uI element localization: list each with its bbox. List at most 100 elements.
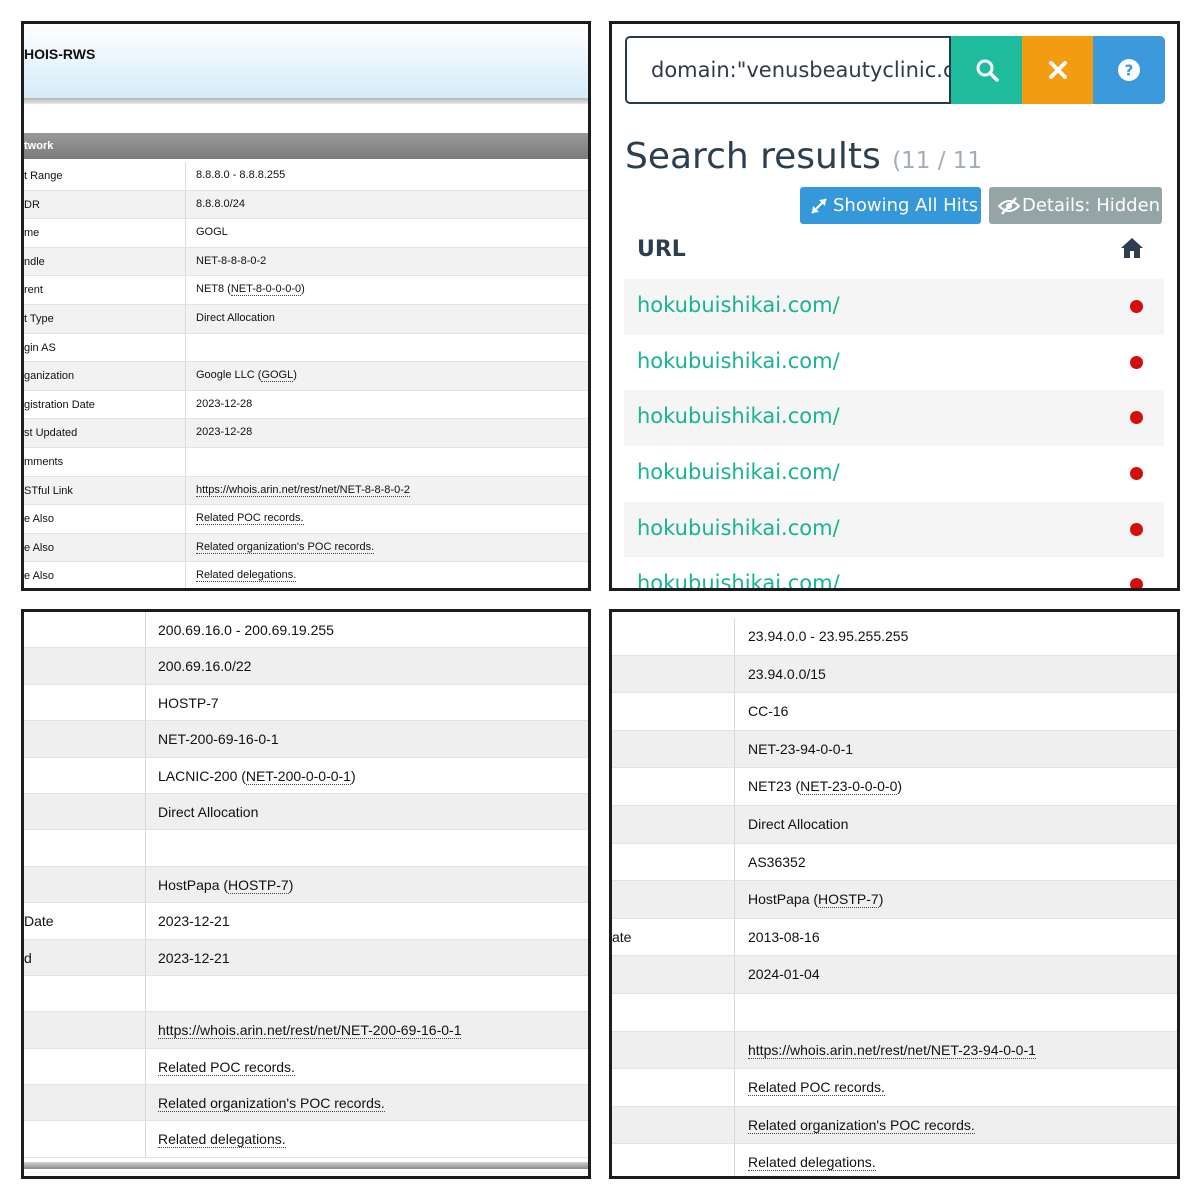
value-text: 2024-01-04 <box>748 966 820 983</box>
value-text: LACNIC-200 ( <box>158 767 246 784</box>
value-link[interactable]: GOGL <box>261 369 294 383</box>
field-label: DR <box>24 190 186 219</box>
value-link[interactable]: HOSTP-7 <box>818 891 879 909</box>
result-row: hokubuishikai.com/ <box>624 501 1164 558</box>
showing-all-hits-button[interactable]: Showing All Hits <box>800 187 981 224</box>
value-link[interactable]: https://whois.arin.net/rest/net/NET-23-9… <box>748 1041 1036 1059</box>
search-input[interactable]: domain:"venusbeautyclinic.c <box>625 36 951 104</box>
table-row: HostPapa (HOSTP-7) <box>24 866 588 904</box>
table-row <box>24 975 588 1013</box>
value-text: ) <box>301 283 305 296</box>
field-label: Date <box>24 903 146 939</box>
value-text: 2023-12-21 <box>158 949 230 966</box>
value-text: Direct Allocation <box>158 803 259 820</box>
field-label: e Also <box>24 505 186 533</box>
value-text: 200.69.16.0/22 <box>158 658 252 675</box>
value-link[interactable]: Related POC records. <box>748 1079 885 1097</box>
field-value: 2023-12-21 <box>146 940 588 975</box>
value-link[interactable]: https://whois.arin.net/rest/net/NET-8-8-… <box>196 483 410 497</box>
value-link[interactable]: Related delegations. <box>748 1154 876 1172</box>
value-link[interactable]: Related organization's POC records. <box>748 1116 975 1134</box>
value-link[interactable]: Related delegations. <box>196 569 297 583</box>
search-results-panel: domain:"venusbeautyclinic.c ? Search res… <box>609 21 1180 591</box>
result-url-link[interactable]: hokubuishikai.com/ <box>637 460 840 484</box>
table-row: e Also Related delegations. <box>24 562 588 588</box>
table-row: 23.94.0.0/15 <box>612 655 1177 694</box>
field-label <box>24 648 146 684</box>
field-label <box>612 993 735 1031</box>
search-icon <box>976 59 999 82</box>
field-label: e Also <box>24 533 186 562</box>
url-column-header: URL <box>637 237 686 262</box>
value-text: AS36352 <box>748 853 806 870</box>
field-label <box>24 1012 146 1048</box>
status-dot-icon <box>1130 522 1143 536</box>
result-url-link[interactable]: hokubuishikai.com/ <box>637 293 840 317</box>
field-label <box>612 618 735 655</box>
value-text: ) <box>350 767 356 784</box>
value-text: ) <box>878 891 884 908</box>
field-value <box>146 976 588 1011</box>
showing-all-hits-label: Showing All Hits <box>833 195 979 216</box>
close-icon <box>1048 61 1067 79</box>
field-label <box>24 1121 146 1157</box>
field-label <box>24 1048 146 1085</box>
value-link[interactable]: HOSTP-7 <box>228 876 289 894</box>
table-row: me GOGL <box>24 219 588 248</box>
result-url-link[interactable]: hokubuishikai.com/ <box>637 516 840 540</box>
value-link[interactable]: https://whois.arin.net/rest/net/NET-200-… <box>158 1022 462 1040</box>
value-text: NET-23-94-0-0-1 <box>748 740 854 757</box>
table-row: e Also Related organization's POC records… <box>24 533 588 563</box>
value-text: Google LLC ( <box>196 369 262 382</box>
table-row: Related organization's POC records. <box>24 1085 588 1122</box>
result-url-link[interactable]: hokubuishikai.com/ <box>637 571 840 588</box>
field-label: rent <box>24 276 186 304</box>
field-label <box>612 768 735 805</box>
value-link[interactable]: NET-200-0-0-0-1 <box>245 767 351 785</box>
table-row: 2024-01-04 <box>612 956 1177 994</box>
field-value <box>186 334 588 362</box>
table-row: Related POC records. <box>24 1048 588 1086</box>
field-value: Direct Allocation <box>186 305 588 333</box>
result-url-link[interactable]: hokubuishikai.com/ <box>637 404 840 428</box>
value-text: 8.8.8.0/24 <box>196 197 245 210</box>
table-row: mments <box>24 447 588 477</box>
field-label <box>612 693 735 730</box>
value-text: NET-8-8-8-0-2 <box>196 254 267 267</box>
field-value: Related delegations. <box>735 1144 1177 1176</box>
table-bottom-divider <box>24 1162 588 1169</box>
field-label: ndle <box>24 247 186 276</box>
home-column-header[interactable] <box>1120 237 1144 264</box>
help-button[interactable]: ? <box>1093 36 1165 104</box>
value-link[interactable]: Related POC records. <box>158 1058 295 1076</box>
table-row: e Also Related POC records. <box>24 505 588 534</box>
details-hidden-button[interactable]: Details: Hidden <box>989 187 1162 224</box>
table-row: t Type Direct Allocation <box>24 304 588 334</box>
table-row: Date 2023-12-21 <box>24 903 588 940</box>
result-row: hokubuishikai.com/ <box>624 557 1164 588</box>
search-button[interactable] <box>951 36 1022 104</box>
field-label <box>24 757 146 793</box>
search-results-title: Search results (11 / 11 <box>625 136 982 177</box>
table-row: gin AS <box>24 333 588 363</box>
field-value: 8.8.8.0 - 8.8.8.255 <box>186 162 588 190</box>
field-value: HostPapa (HOSTP-7) <box>735 881 1177 918</box>
field-value: NET-23-94-0-0-1 <box>735 731 1177 768</box>
value-link[interactable]: Related delegations. <box>158 1131 286 1149</box>
result-row: hokubuishikai.com/ <box>624 446 1164 502</box>
whois-panel-google: HOIS-RWS twork t Range 8.8.8.0 - 8.8.8.25… <box>21 21 591 591</box>
field-value: LACNIC-200 (NET-200-0-0-0-1) <box>146 758 588 793</box>
field-label <box>24 1085 146 1121</box>
field-value: Related POC records. <box>735 1069 1177 1106</box>
result-url-link[interactable]: hokubuishikai.com/ <box>637 349 840 373</box>
value-link[interactable]: Related organization's POC records. <box>196 540 375 554</box>
value-link[interactable]: Related POC records. <box>196 512 304 526</box>
clear-button[interactable] <box>1022 36 1093 104</box>
value-link[interactable]: NET-23-0-0-0-0 <box>800 778 898 796</box>
value-link[interactable]: Related organization's POC records. <box>158 1095 385 1113</box>
value-text: ) <box>293 369 297 382</box>
field-label <box>612 730 735 768</box>
field-value: 23.94.0.0/15 <box>735 656 1177 693</box>
field-value: 2023-12-21 <box>146 903 588 938</box>
value-link[interactable]: NET-8-0-0-0-0 <box>230 283 302 297</box>
